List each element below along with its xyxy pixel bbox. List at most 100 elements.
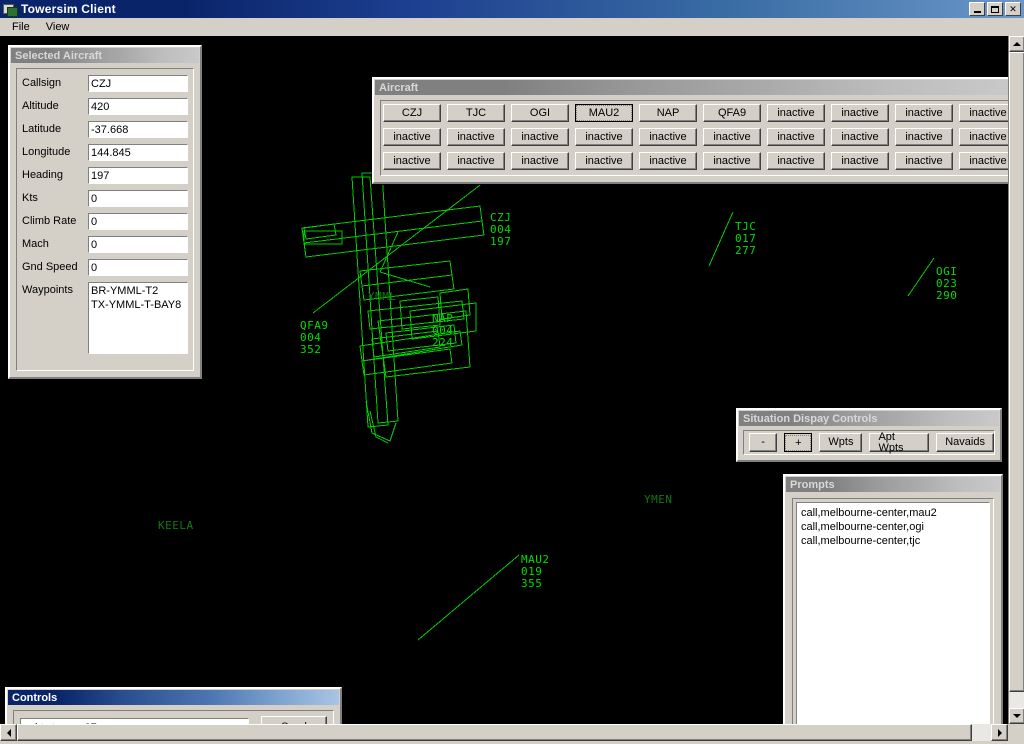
radar-label-ymml: YMML xyxy=(368,290,397,303)
aircraft-button-inactive-r1c1[interactable]: inactive xyxy=(447,128,505,146)
aircraft-button-inactive-r2c7[interactable]: inactive xyxy=(831,152,889,170)
aircraft-window[interactable]: Aircraft CZJ TJC OGI MAU2 NAP QFA9 inactive ina… xyxy=(372,77,1010,184)
aircraft-button-label: inactive xyxy=(457,130,495,143)
gnd-speed-label: Gnd Speed xyxy=(22,261,78,273)
waypoints-textarea[interactable]: BR-YMML-T2 TX-YMML-T-BAY8 xyxy=(88,282,188,354)
latitude-input[interactable]: -37.668 xyxy=(88,121,188,138)
chevron-down-icon xyxy=(1013,714,1021,718)
heading-label: Heading xyxy=(22,169,63,181)
aircraft-button-inactive-r0c9[interactable]: inactive xyxy=(959,104,1009,122)
heading-input[interactable]: 197 xyxy=(88,167,188,184)
horizontal-scrollbar[interactable] xyxy=(0,724,1008,741)
situation-display-controls-body: - + Wpts Apt Wpts Navaids xyxy=(740,427,998,458)
aircraft-button-nap-r0c4[interactable]: NAP xyxy=(639,104,697,122)
aircraft-button-label: inactive xyxy=(841,154,879,167)
chevron-right-icon xyxy=(997,728,1002,737)
prompt-line[interactable]: call,melbourne-center,mau2 xyxy=(801,506,985,520)
menu-item-view[interactable]: View xyxy=(38,20,78,34)
tag-heading: 355 xyxy=(521,577,543,590)
tag-altitude: 004 xyxy=(432,324,454,337)
aircraft-button-inactive-r0c7[interactable]: inactive xyxy=(831,104,889,122)
climb-rate-input[interactable]: 0 xyxy=(88,213,188,230)
gnd-speed-input[interactable]: 0 xyxy=(88,259,188,276)
scroll-right-button[interactable] xyxy=(991,724,1008,741)
aircraft-button-czj-r0c0[interactable]: CZJ xyxy=(383,104,441,122)
altitude-input[interactable]: 420 xyxy=(88,98,188,115)
radar-tag-czj: CZJ 004 197 xyxy=(490,212,511,248)
aircraft-button-qfa9-r0c5[interactable]: QFA9 xyxy=(703,104,761,122)
scroll-down-button[interactable] xyxy=(1009,708,1024,724)
aircraft-button-inactive-r2c0[interactable]: inactive xyxy=(383,152,441,170)
tag-heading: 290 xyxy=(936,289,958,302)
aircraft-button-inactive-r1c3[interactable]: inactive xyxy=(575,128,633,146)
zoom-in-button[interactable]: + xyxy=(784,433,813,452)
aircraft-button-inactive-r1c5[interactable]: inactive xyxy=(703,128,761,146)
prompts-list[interactable]: call,melbourne-center,mau2 call,melbourne… xyxy=(796,502,990,724)
aircraft-button-inactive-r2c2[interactable]: inactive xyxy=(511,152,569,170)
situation-display-controls-window[interactable]: Situation Dispay Controls - + Wpts Apt W… xyxy=(736,408,1002,462)
prompt-line[interactable]: call,melbourne-center,tjc xyxy=(801,534,985,548)
aircraft-button-inactive-r2c5[interactable]: inactive xyxy=(703,152,761,170)
aircraft-button-inactive-r1c4[interactable]: inactive xyxy=(639,128,697,146)
altitude-label: Altitude xyxy=(22,100,59,112)
prompt-line[interactable]: call,melbourne-center,ogi xyxy=(801,520,985,534)
zoom-out-button[interactable]: - xyxy=(749,433,778,452)
aircraft-button-inactive-r2c3[interactable]: inactive xyxy=(575,152,633,170)
airport-waypoints-toggle-button[interactable]: Apt Wpts xyxy=(869,431,930,453)
prompts-list-container: call,melbourne-center,mau2 call,melbourne… xyxy=(792,498,994,724)
scroll-up-button[interactable] xyxy=(1009,36,1024,52)
aircraft-button-inactive-r2c4[interactable]: inactive xyxy=(639,152,697,170)
aircraft-button-label: inactive xyxy=(393,130,431,143)
mach-input[interactable]: 0 xyxy=(88,236,188,253)
controls-window[interactable]: Controls czj,tx t p rwy27 Send xyxy=(5,687,342,724)
aircraft-button-label: inactive xyxy=(521,130,559,143)
selected-aircraft-window[interactable]: Selected Aircraft Callsign CZJ Altitude … xyxy=(8,45,202,379)
prompts-window[interactable]: Prompts call,melbourne-center,mau2 call,m… xyxy=(783,474,1003,724)
navaids-toggle-button[interactable]: Navaids xyxy=(936,433,994,452)
aircraft-button-inactive-r1c0[interactable]: inactive xyxy=(383,128,441,146)
aircraft-button-inactive-r2c1[interactable]: inactive xyxy=(447,152,505,170)
aircraft-button-inactive-r0c6[interactable]: inactive xyxy=(767,104,825,122)
zoom-in-label: + xyxy=(785,434,812,451)
aircraft-button-inactive-r1c7[interactable]: inactive xyxy=(831,128,889,146)
aircraft-button-inactive-r1c2[interactable]: inactive xyxy=(511,128,569,146)
longitude-input[interactable]: 144.845 xyxy=(88,144,188,161)
tag-altitude: 019 xyxy=(521,565,543,578)
aircraft-button-label: inactive xyxy=(841,130,879,143)
waypoints-toggle-button[interactable]: Wpts xyxy=(819,433,863,452)
aircraft-button-label: CZJ xyxy=(401,106,423,119)
aircraft-button-tjc-r0c1[interactable]: TJC xyxy=(447,104,505,122)
situation-display-controls-title: Situation Dispay Controls xyxy=(739,411,999,426)
vertical-scrollbar-thumb[interactable] xyxy=(1009,52,1024,692)
aircraft-button-mau2-r0c3[interactable]: MAU2 xyxy=(575,104,633,122)
aircraft-button-label: inactive xyxy=(777,154,815,167)
aircraft-button-inactive-r2c6[interactable]: inactive xyxy=(767,152,825,170)
aircraft-button-label: inactive xyxy=(521,154,559,167)
mdi-client-area[interactable]: CZJ 004 197 TJC 017 277 OGI 023 290 QFA9 004 352… xyxy=(0,36,1010,724)
restore-button[interactable] xyxy=(987,2,1003,16)
menu-item-file[interactable]: File xyxy=(4,20,38,34)
aircraft-button-inactive-r1c9[interactable]: inactive xyxy=(959,128,1009,146)
aircraft-button-ogi-r0c2[interactable]: OGI xyxy=(511,104,569,122)
aircraft-button-inactive-r0c8[interactable]: inactive xyxy=(895,104,953,122)
aircraft-button-inactive-r2c9[interactable]: inactive xyxy=(959,152,1009,170)
close-button[interactable]: ✕ xyxy=(1005,2,1021,16)
horizontal-scrollbar-thumb[interactable] xyxy=(17,724,972,741)
scroll-left-button[interactable] xyxy=(0,724,17,741)
aircraft-button-inactive-r2c8[interactable]: inactive xyxy=(895,152,953,170)
aircraft-button-inactive-r1c8[interactable]: inactive xyxy=(895,128,953,146)
aircraft-window-body: CZJ TJC OGI MAU2 NAP QFA9 inactive inactive inac… xyxy=(376,96,1010,180)
tag-heading: 277 xyxy=(735,244,757,257)
minimize-button[interactable] xyxy=(969,2,985,16)
waypoints-toggle-label: Wpts xyxy=(828,436,854,448)
tag-callsign: OGI xyxy=(936,265,958,278)
vertical-scrollbar[interactable] xyxy=(1008,36,1024,724)
radar-tag-qfa9: QFA9 004 352 xyxy=(300,320,329,356)
kts-input[interactable]: 0 xyxy=(88,190,188,207)
callsign-input[interactable]: CZJ xyxy=(88,75,188,92)
aircraft-button-label: inactive xyxy=(649,154,687,167)
field-row-altitude: Altitude 420 xyxy=(22,98,188,115)
aircraft-button-inactive-r1c6[interactable]: inactive xyxy=(767,128,825,146)
send-button[interactable]: Send xyxy=(261,716,327,724)
situation-display-controls-row: - + Wpts Apt Wpts Navaids xyxy=(743,430,995,455)
